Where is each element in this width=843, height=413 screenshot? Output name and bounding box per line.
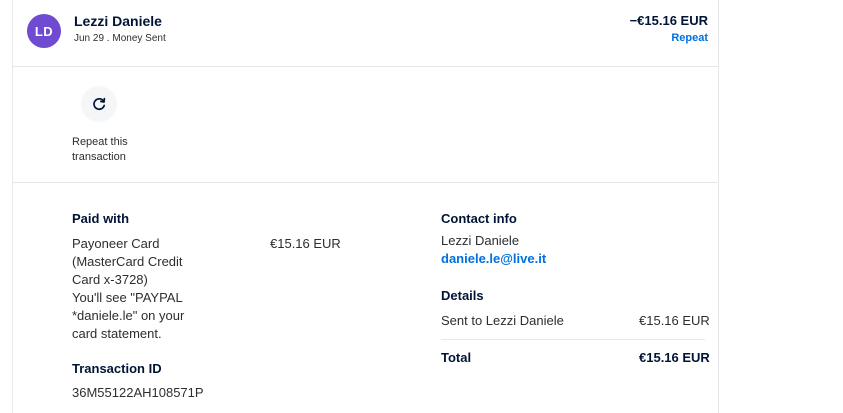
payment-method-line: You'll see "PAYPAL — [72, 290, 183, 305]
details-divider — [441, 339, 705, 340]
transaction-id-title: Transaction ID — [72, 361, 162, 376]
payment-method: Payoneer Card (MasterCard Credit Card x-… — [72, 235, 212, 343]
payment-method-line: *daniele.le" on your — [72, 308, 185, 323]
total-amount: €15.16 EUR — [639, 350, 710, 365]
contact-name: Lezzi Daniele — [441, 233, 520, 248]
details-title: Details — [441, 288, 484, 303]
payment-method-line: Payoneer Card — [72, 236, 160, 251]
total-label: Total — [441, 350, 472, 365]
repeat-section: Repeat this transaction — [13, 67, 718, 183]
repeat-transaction-label: Repeat this transaction — [72, 136, 128, 163]
details-section: Paid with Payoneer Card (MasterCard Cred… — [13, 183, 718, 413]
avatar: LD — [27, 14, 61, 48]
payment-method-line: (MasterCard Credit — [72, 254, 183, 269]
paid-with-title: Paid with — [72, 211, 130, 226]
sent-to-label: Sent to Lezzi Daniele — [441, 313, 564, 328]
repeat-transaction-button[interactable] — [81, 86, 117, 122]
repeat-link[interactable]: Repeat — [671, 32, 708, 44]
contact-info-title: Contact info — [441, 211, 517, 226]
refresh-icon — [93, 97, 106, 110]
transaction-card: LD Lezzi Daniele Jun 29 . Money Sent −€1… — [12, 0, 719, 413]
transaction-header: LD Lezzi Daniele Jun 29 . Money Sent −€1… — [13, 0, 718, 67]
sent-to-amount: €15.16 EUR — [639, 313, 710, 328]
transaction-amount: −€15.16 EUR — [629, 13, 708, 28]
recipient-name: Lezzi Daniele — [74, 13, 162, 29]
paid-amount: €15.16 EUR — [270, 236, 341, 251]
contact-email-link[interactable]: daniele.le@live.it — [441, 251, 546, 266]
transaction-id-value: 36M55122AH108571P — [72, 385, 204, 400]
payment-method-line: Card x-3728) — [72, 272, 148, 287]
payment-method-line: card statement. — [72, 326, 162, 341]
transaction-meta: Jun 29 . Money Sent — [74, 33, 166, 44]
